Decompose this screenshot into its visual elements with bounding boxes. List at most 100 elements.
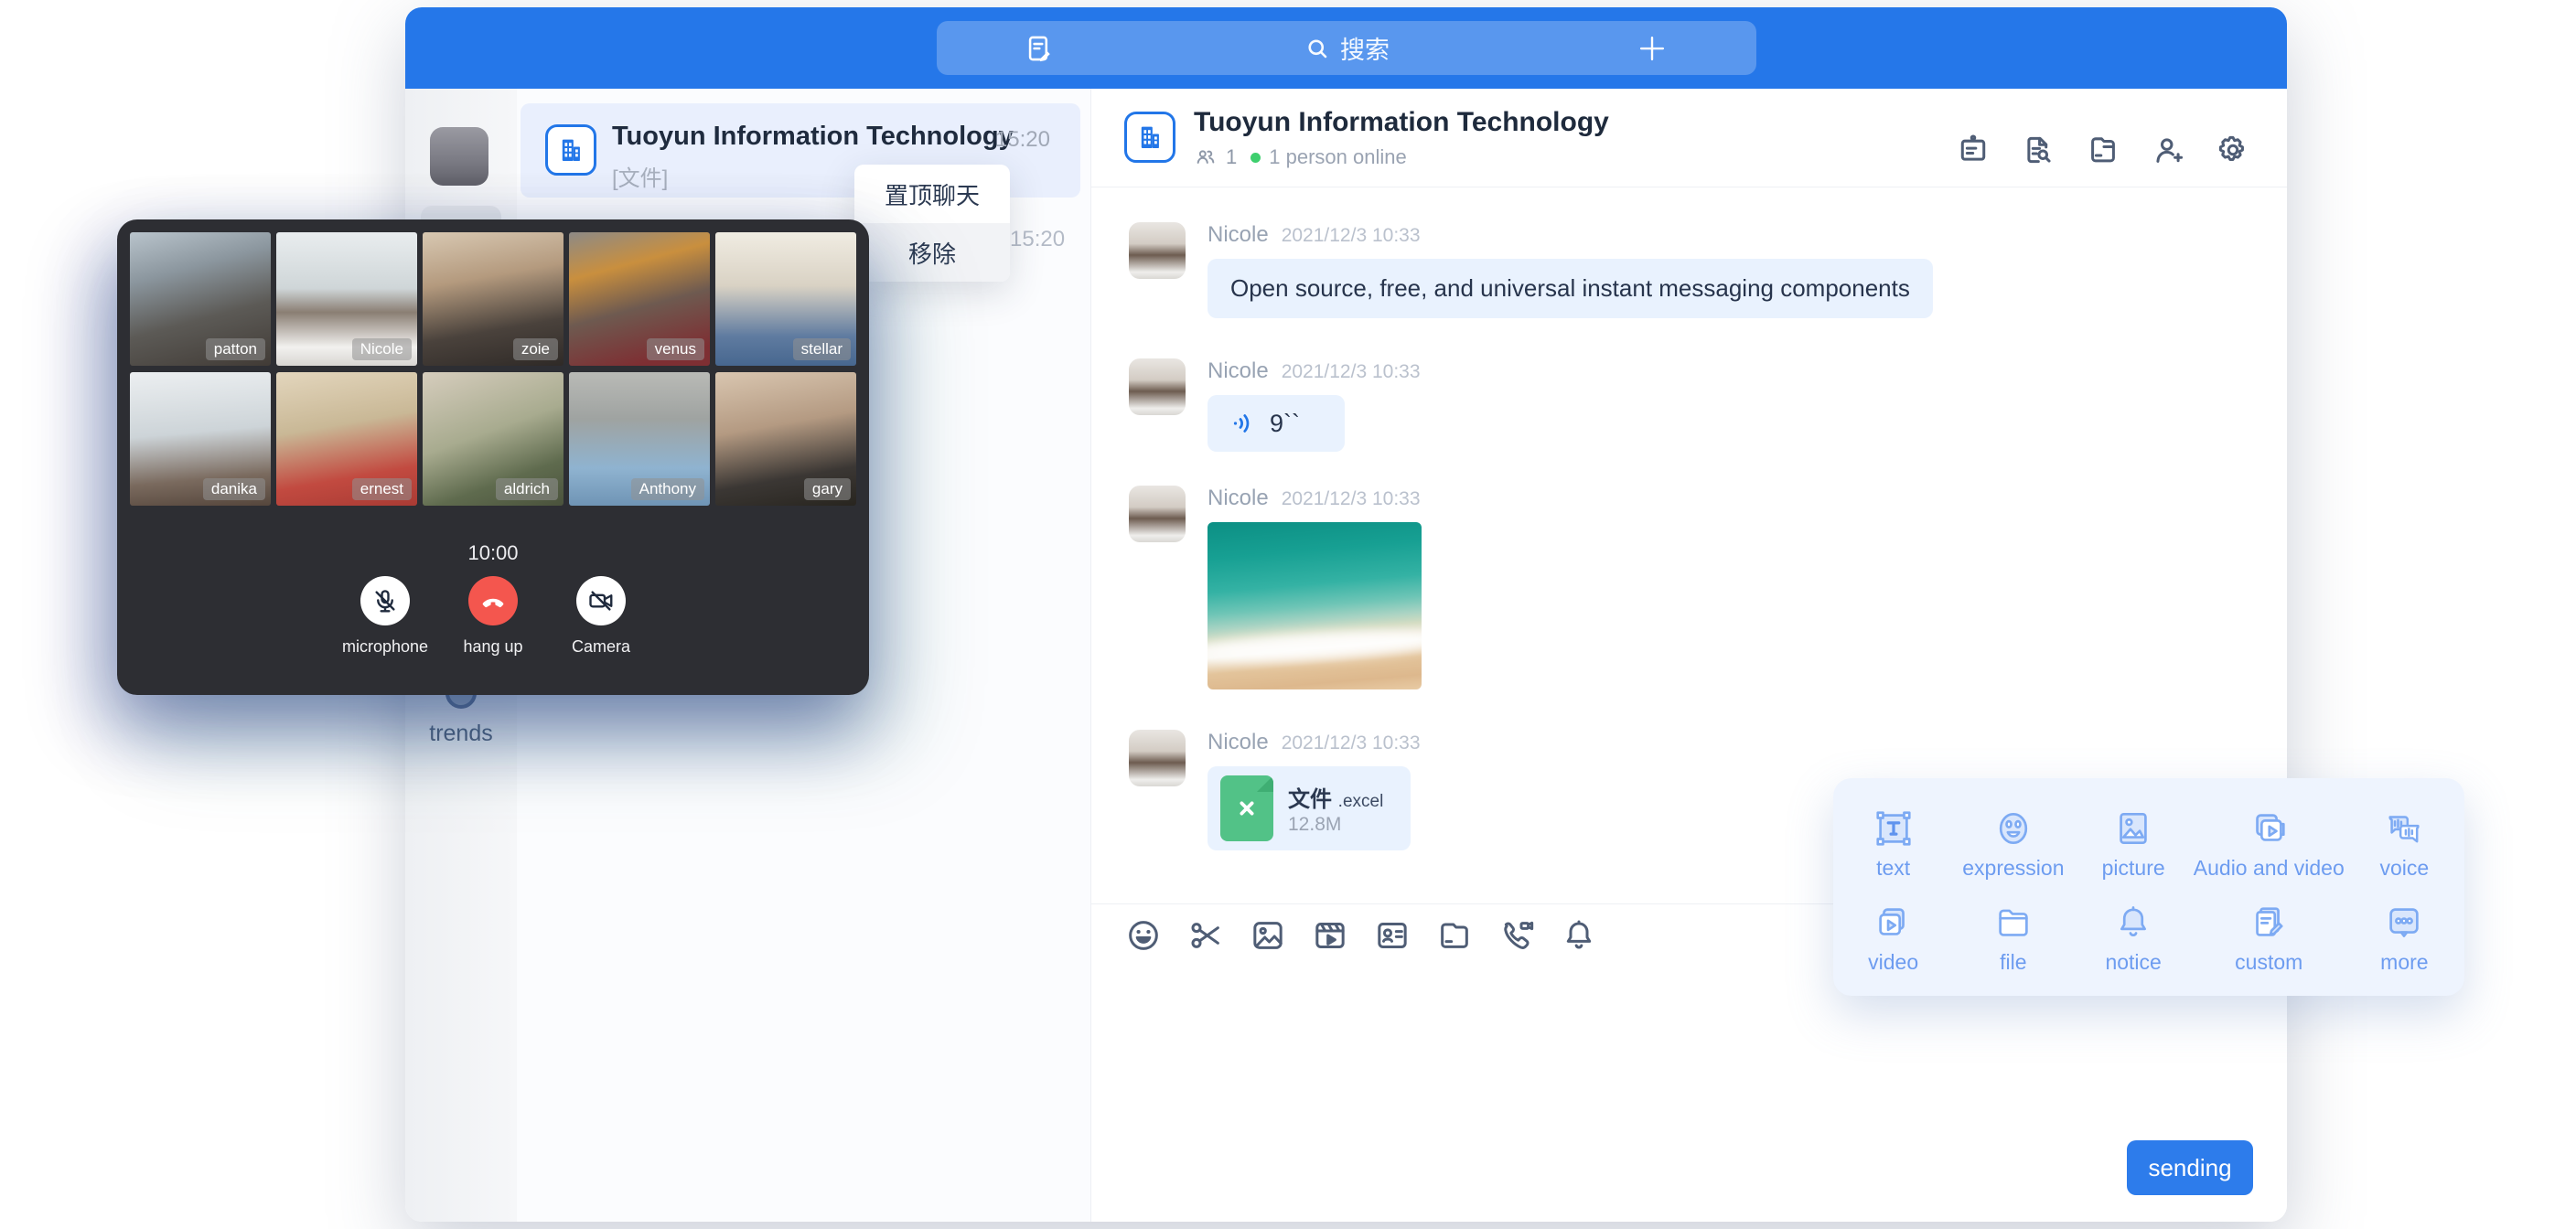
tool-notice[interactable]: notice	[2074, 891, 2194, 985]
participant-name: danika	[203, 478, 265, 500]
tool-text[interactable]: text	[1833, 796, 1953, 891]
video-call-panel: patton Nicole zoie venus stellar danika …	[117, 219, 869, 695]
participant-tile[interactable]: danika	[130, 372, 271, 506]
message-time: 2021/12/3 10:33	[1282, 361, 1421, 383]
message-time: 2021/12/3 10:33	[1282, 732, 1421, 754]
member-count: 1	[1226, 145, 1237, 169]
message-voice: Nicole 2021/12/3 10:33 9``	[1129, 358, 1421, 452]
tool-custom[interactable]: custom	[2194, 891, 2345, 985]
voice-wave-icon	[1229, 410, 1257, 437]
participant-name: venus	[647, 338, 704, 360]
call-controls: microphone hang up Camera	[117, 576, 869, 657]
file-attachment[interactable]: 文件 .excel 12.8M	[1208, 766, 1411, 850]
tool-label: custom	[2235, 950, 2302, 975]
tool-audio-video[interactable]: Audio and video	[2194, 796, 2345, 891]
group-avatar-icon	[1124, 112, 1175, 163]
file-size: 12.8M	[1288, 814, 1383, 836]
menu-item-pin-chat[interactable]: 置顶聊天	[854, 165, 1010, 223]
menu-item-remove[interactable]: 移除	[854, 223, 1010, 282]
avatar[interactable]	[1129, 222, 1186, 279]
avatar[interactable]	[1129, 358, 1186, 415]
chat-item-title: Tuoyun Information Technology	[612, 122, 1014, 152]
chat-title: Tuoyun Information Technology	[1194, 107, 1609, 138]
image-attachment[interactable]	[1208, 522, 1422, 689]
image-icon[interactable]	[1250, 917, 1286, 954]
search-input[interactable]: 搜索	[937, 21, 1756, 75]
camera-label: Camera	[572, 637, 630, 657]
members-icon	[1194, 145, 1218, 169]
video-clip-icon[interactable]	[1312, 917, 1348, 954]
search-bar[interactable]: 搜索	[937, 21, 1756, 75]
add-member-icon[interactable]	[2151, 133, 2185, 167]
participant-tile[interactable]: stellar	[715, 232, 856, 366]
message-image: Nicole 2021/12/3 10:33	[1129, 486, 1422, 689]
call-timer: 10:00	[117, 541, 869, 565]
tool-picture[interactable]: picture	[2074, 796, 2194, 891]
participant-tile[interactable]: Nicole	[276, 232, 417, 366]
voice-bubble[interactable]: 9``	[1208, 395, 1345, 452]
participant-name: ernest	[352, 478, 412, 500]
chat-item-last-message: [文件]	[612, 160, 668, 192]
tool-expression[interactable]: expression	[1953, 796, 2073, 891]
tool-label: Audio and video	[2194, 856, 2345, 881]
participant-tile[interactable]: Anthony	[569, 372, 710, 506]
participant-name: aldrich	[496, 478, 558, 500]
tool-label: video	[1868, 950, 1918, 975]
message-text: Nicole 2021/12/3 10:33 Open source, free…	[1129, 222, 1933, 318]
search-placeholder: 搜索	[1340, 30, 1390, 66]
tool-label: notice	[2105, 950, 2161, 975]
folder-icon[interactable]	[1436, 917, 1473, 954]
chat-header-actions	[1956, 133, 2250, 167]
participant-name: stellar	[793, 338, 851, 360]
participant-name: gary	[804, 478, 851, 500]
participant-tile[interactable]: zoie	[423, 232, 564, 366]
participant-tile[interactable]: gary	[715, 372, 856, 506]
sender-name: Nicole	[1208, 358, 1269, 384]
file-name: 文件	[1288, 787, 1332, 812]
participant-name: Anthony	[631, 478, 704, 500]
chat-main: Tuoyun Information Technology 1 1 person…	[1091, 89, 2287, 1222]
microphone-mute-button[interactable]	[360, 576, 410, 625]
notification-bell-icon[interactable]	[1561, 917, 1597, 954]
emoji-icon[interactable]	[1125, 917, 1162, 954]
group-files-icon[interactable]	[2086, 133, 2120, 167]
participant-name: zoie	[513, 338, 558, 360]
chat-subtitle: 1 1 person online	[1194, 145, 1407, 169]
chat-header: Tuoyun Information Technology 1 1 person…	[1091, 89, 2287, 187]
avatar[interactable]	[1129, 730, 1186, 786]
top-bar: 搜索	[405, 7, 2287, 89]
tool-video[interactable]: video	[1833, 891, 1953, 985]
page: 搜索 trends	[0, 0, 2576, 1229]
screenshot-scissors-icon[interactable]	[1187, 917, 1224, 954]
chat-history-search-icon[interactable]	[2021, 133, 2055, 167]
sender-name: Nicole	[1208, 486, 1269, 511]
excel-file-icon	[1220, 775, 1273, 841]
contact-card-icon[interactable]	[1374, 917, 1411, 954]
send-button[interactable]: sending	[2127, 1140, 2253, 1195]
beach-wave	[1208, 625, 1422, 666]
chat-item-time: 15:20	[995, 127, 1050, 153]
settings-icon[interactable]	[2216, 133, 2250, 167]
camera-off-button[interactable]	[576, 576, 626, 625]
video-call-icon[interactable]	[1498, 917, 1535, 954]
file-ext: .excel	[1338, 792, 1384, 811]
hang-up-button[interactable]	[468, 576, 518, 625]
add-icon[interactable]	[1635, 31, 1669, 66]
tool-voice[interactable]: voice	[2345, 796, 2464, 891]
participant-tile[interactable]: ernest	[276, 372, 417, 506]
context-menu: 置顶聊天 移除	[854, 165, 1010, 282]
tool-label: more	[2380, 950, 2428, 975]
user-avatar[interactable]	[430, 127, 488, 186]
text-bubble[interactable]: Open source, free, and universal instant…	[1208, 259, 1933, 318]
participant-tile[interactable]: aldrich	[423, 372, 564, 506]
compose-icon[interactable]	[1024, 33, 1055, 64]
tool-more[interactable]: more	[2345, 891, 2464, 985]
participant-grid: patton Nicole zoie venus stellar danika …	[130, 232, 856, 506]
avatar[interactable]	[1129, 486, 1186, 542]
online-dot	[1250, 153, 1261, 163]
group-notice-icon[interactable]	[1956, 133, 1991, 167]
participant-tile[interactable]: patton	[130, 232, 271, 366]
message-time: 2021/12/3 10:33	[1282, 225, 1421, 247]
participant-tile[interactable]: venus	[569, 232, 710, 366]
tool-file[interactable]: file	[1953, 891, 2073, 985]
